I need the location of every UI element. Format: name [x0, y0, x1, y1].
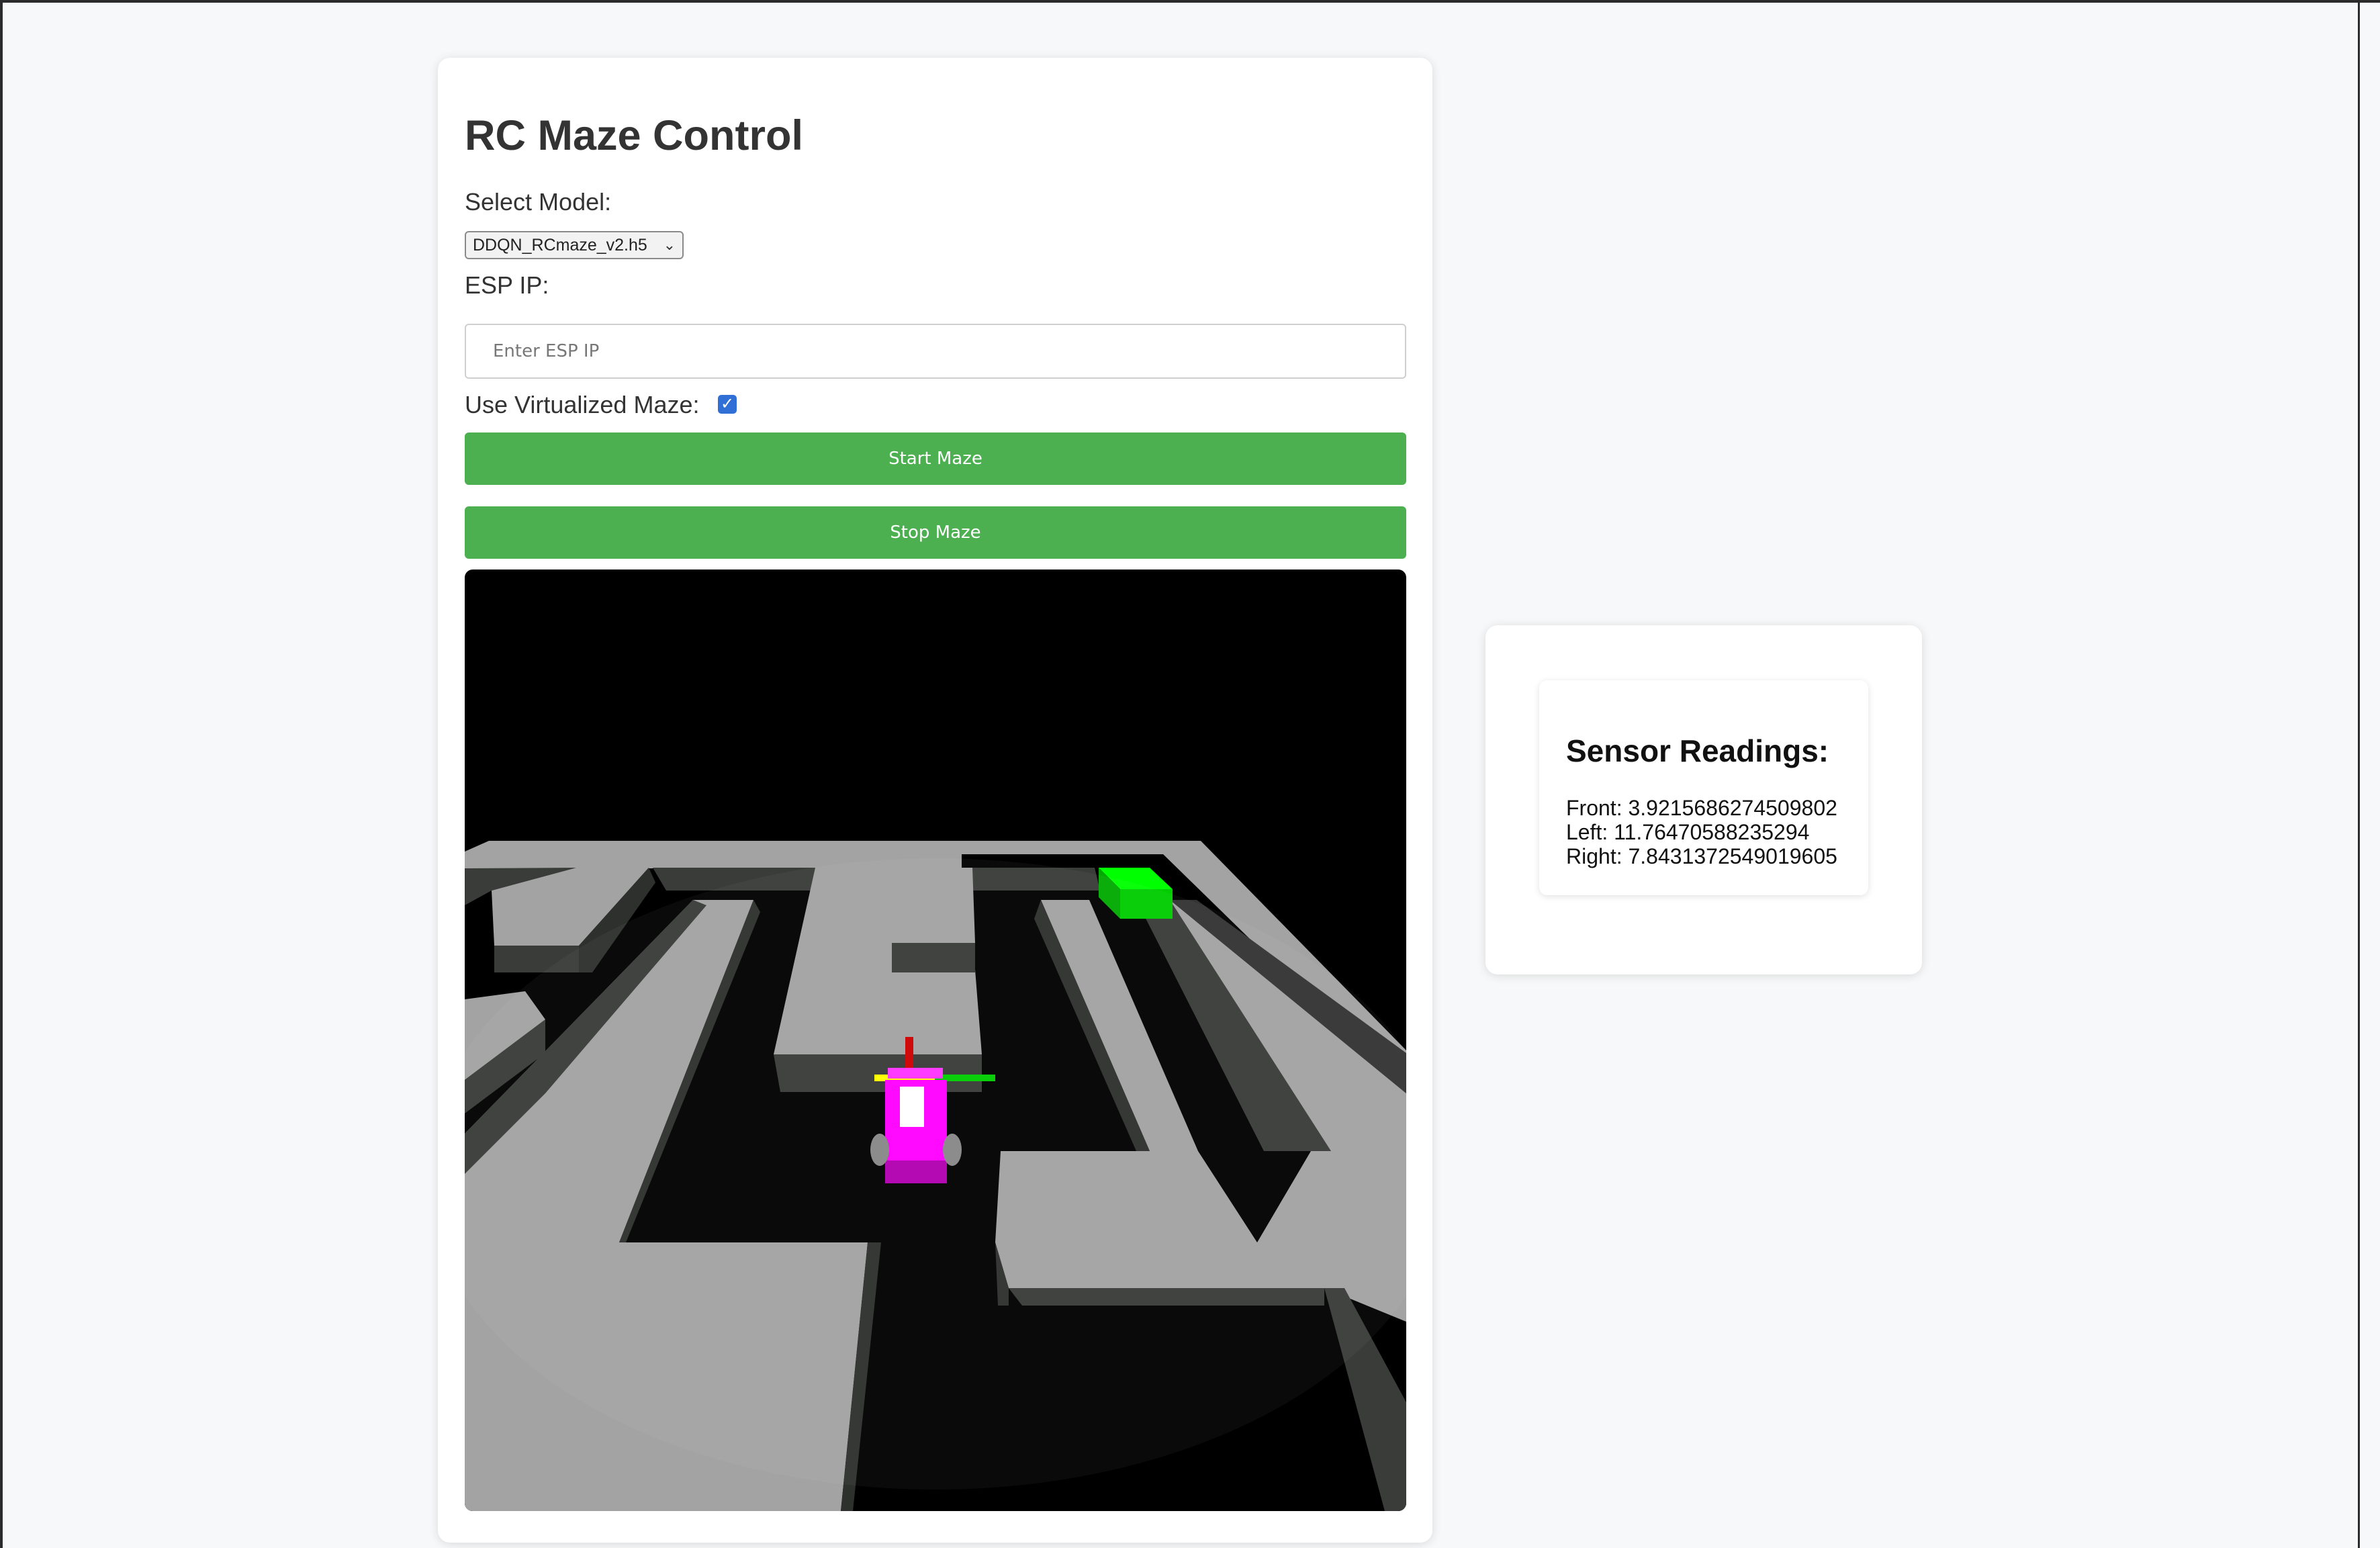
control-panel: RC Maze Control Select Model: DDQN_RCmaz…	[438, 58, 1432, 1543]
start-maze-button[interactable]: Start Maze	[465, 432, 1406, 485]
select-model-label: Select Model:	[465, 188, 612, 216]
left-sensor-reading: Left: 11.76470588235294	[1566, 820, 1810, 844]
window-edge	[0, 3, 3, 1548]
right-sensor-reading: Right: 7.8431372549019605	[1566, 844, 1837, 868]
sensor-readings-card: Sensor Readings: Front: 3.92156862745098…	[1539, 680, 1868, 895]
sensor-panel: Sensor Readings: Front: 3.92156862745098…	[1485, 625, 1922, 974]
maze-3d-view[interactable]	[465, 570, 1406, 1511]
maze-scene	[465, 841, 1406, 1511]
checkmark-icon: ✓	[720, 395, 735, 413]
page-title: RC Maze Control	[465, 112, 803, 159]
esp-ip-input[interactable]	[465, 324, 1406, 379]
front-sensor-reading: Front: 3.9215686274509802	[1566, 796, 1837, 820]
page: RC Maze Control Select Model: DDQN_RCmaz…	[0, 0, 2380, 1548]
light-halo	[465, 858, 1406, 1490]
sensor-readings-title: Sensor Readings:	[1566, 733, 1829, 768]
stop-maze-button[interactable]: Stop Maze	[465, 506, 1406, 559]
virtualized-maze-checkbox[interactable]: ✓	[718, 395, 737, 414]
virtualized-maze-label: Use Virtualized Maze:	[465, 391, 700, 418]
esp-ip-label: ESP IP:	[465, 271, 549, 299]
model-select-value: DDQN_RCmaze_v2.h5	[473, 235, 647, 255]
chevron-down-icon: ⌄	[663, 236, 676, 253]
model-select[interactable]: DDQN_RCmaze_v2.h5 ⌄	[465, 231, 684, 259]
window-edge	[2358, 3, 2380, 1548]
